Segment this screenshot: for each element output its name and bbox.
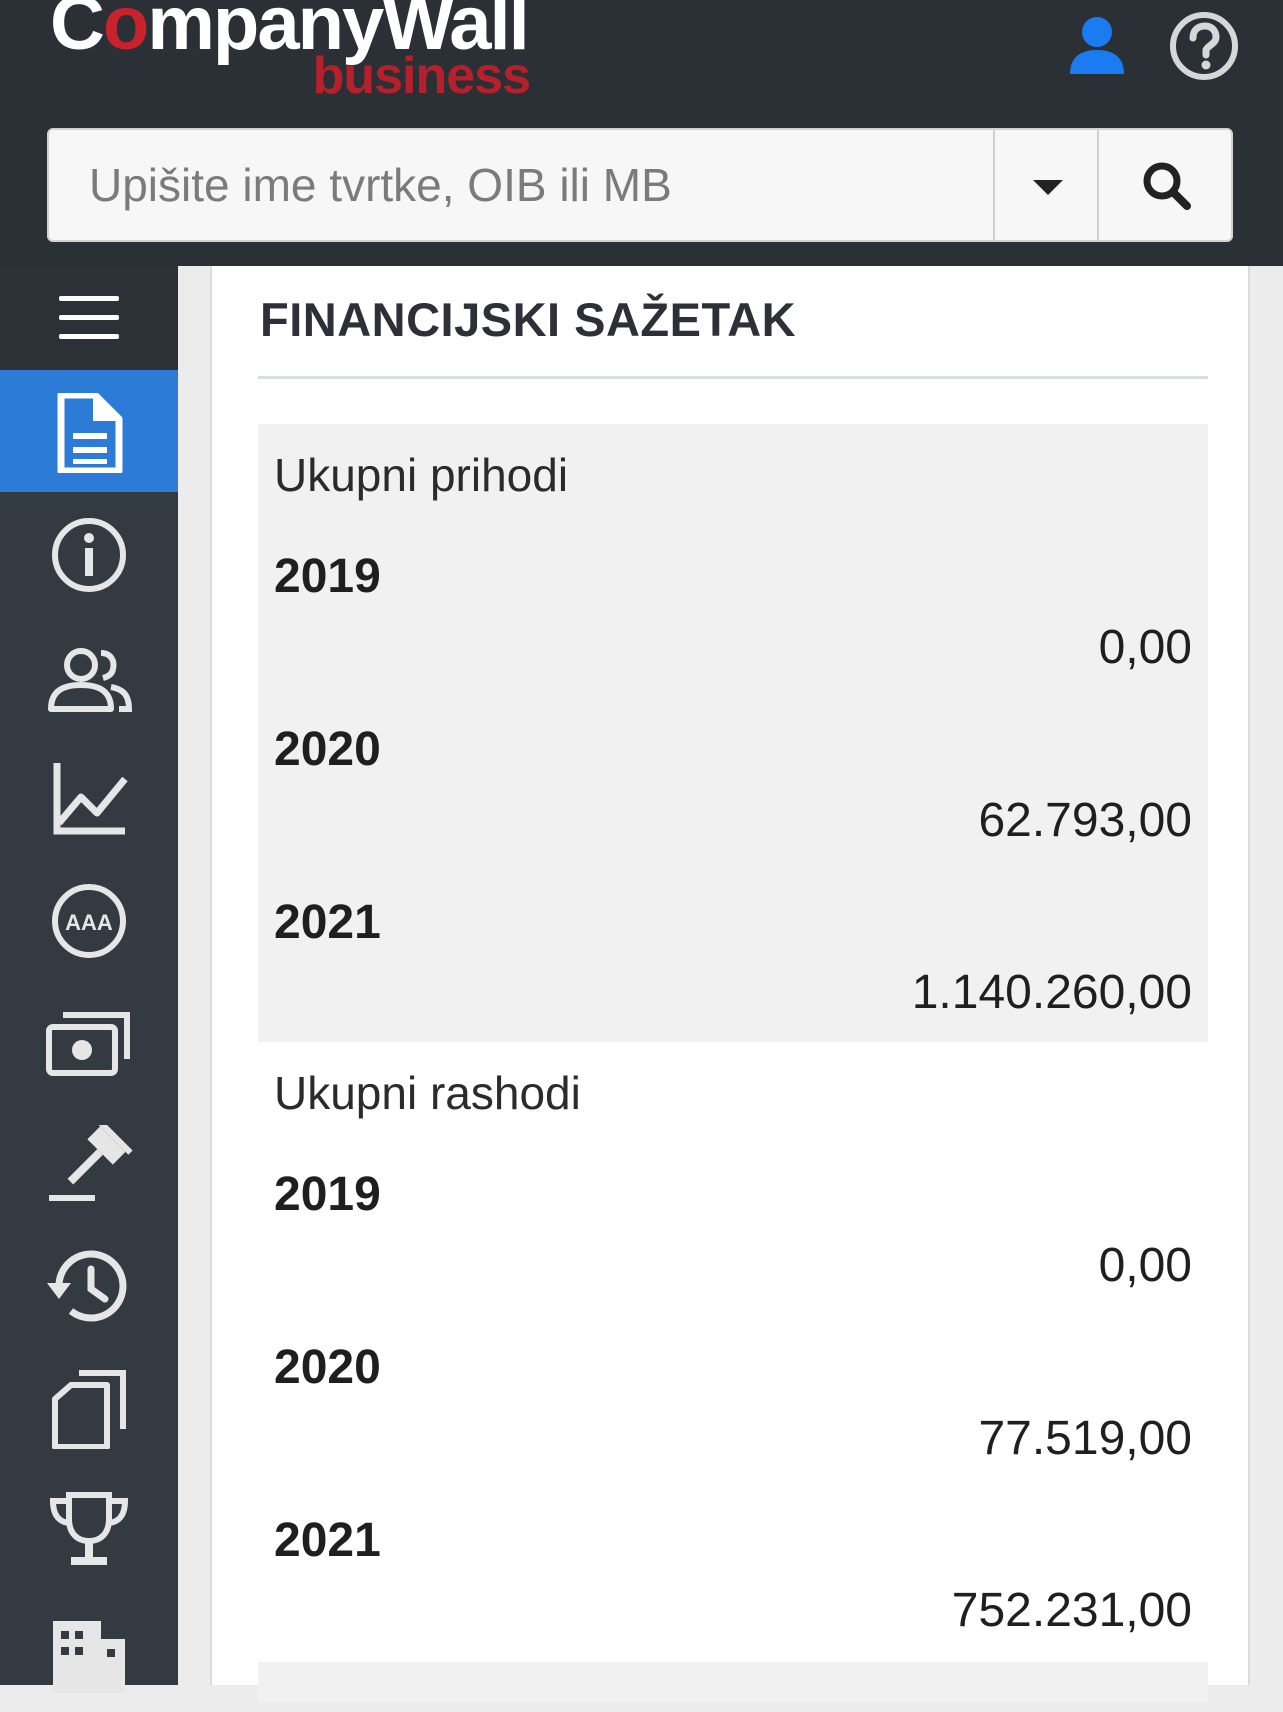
title-divider <box>258 376 1208 379</box>
history-icon <box>47 1250 127 1322</box>
help-circle-icon[interactable] <box>1168 10 1240 82</box>
year-label: 2021 <box>274 896 381 949</box>
next-section-placeholder <box>258 1662 1208 1702</box>
user-icon[interactable] <box>1068 16 1126 76</box>
caret-down-icon <box>1033 180 1063 195</box>
sidebar-item-charts[interactable] <box>0 736 178 858</box>
search-filter-dropdown[interactable] <box>993 130 1097 240</box>
page-title: FINANCIJSKI SAŽETAK <box>260 293 797 346</box>
sidebar-item-rating[interactable]: AAA <box>0 858 178 980</box>
sidebar-item-companies[interactable] <box>0 1590 178 1712</box>
sidebar-item-people[interactable] <box>0 614 178 736</box>
sidebar-item-financial-summary[interactable] <box>0 370 178 492</box>
search-input[interactable] <box>49 130 993 240</box>
expenses-section: Ukupni rashodi 2019 0,00 2020 77.519,00 … <box>258 1042 1208 1662</box>
year-label: 2019 <box>274 550 381 603</box>
gavel-icon <box>49 1125 133 1201</box>
amount-value: 62.793,00 <box>978 794 1192 847</box>
amount-value: 1.140.260,00 <box>911 966 1192 1019</box>
year-label: 2019 <box>274 1168 381 1221</box>
year-label: 2020 <box>274 723 381 776</box>
income-section: Ukupni prihodi 2019 0,00 2020 62.793,00 … <box>258 424 1208 1042</box>
sidebar-item-finance[interactable] <box>0 980 178 1102</box>
companywall-logo[interactable]: CompanyWall business <box>50 0 531 108</box>
search-bar <box>47 128 1233 242</box>
section-label: Ukupni rashodi <box>274 1067 581 1119</box>
amount-value: 0,00 <box>1098 1239 1192 1292</box>
svg-text:AAA: AAA <box>65 910 113 935</box>
top-header: CompanyWall business <box>0 0 1283 266</box>
rating-aaa-icon: AAA <box>52 884 126 958</box>
hamburger-menu-icon <box>59 296 119 339</box>
line-chart-icon <box>53 763 128 835</box>
sidebar-item-awards[interactable] <box>0 1468 178 1590</box>
sidebar-item-history[interactable] <box>0 1224 178 1346</box>
year-label: 2021 <box>274 1514 381 1567</box>
amount-value: 77.519,00 <box>978 1412 1192 1465</box>
search-icon <box>1143 162 1191 210</box>
search-button[interactable] <box>1097 130 1231 240</box>
sidebar-menu-toggle[interactable] <box>0 266 178 370</box>
trophy-icon <box>49 1492 129 1565</box>
sidebar-item-info[interactable] <box>0 492 178 614</box>
amount-value: 752.231,00 <box>951 1584 1192 1637</box>
sidebar-nav: AAA <box>0 266 178 1693</box>
section-label: Ukupni prihodi <box>274 449 569 501</box>
sidebar-item-court[interactable] <box>0 1102 178 1224</box>
people-icon <box>48 648 133 712</box>
sidebar-item-documents[interactable] <box>0 1346 178 1468</box>
amount-value: 0,00 <box>1098 621 1192 674</box>
info-icon <box>52 518 126 592</box>
money-icon <box>46 1012 130 1076</box>
logo-subtitle: business <box>312 47 531 105</box>
financial-summary-card: FINANCIJSKI SAŽETAK Ukupni prihodi 2019 … <box>210 266 1250 1702</box>
document-icon <box>57 393 123 473</box>
year-label: 2020 <box>274 1341 381 1394</box>
copy-icon <box>52 1370 126 1449</box>
building-icon <box>53 1621 125 1693</box>
